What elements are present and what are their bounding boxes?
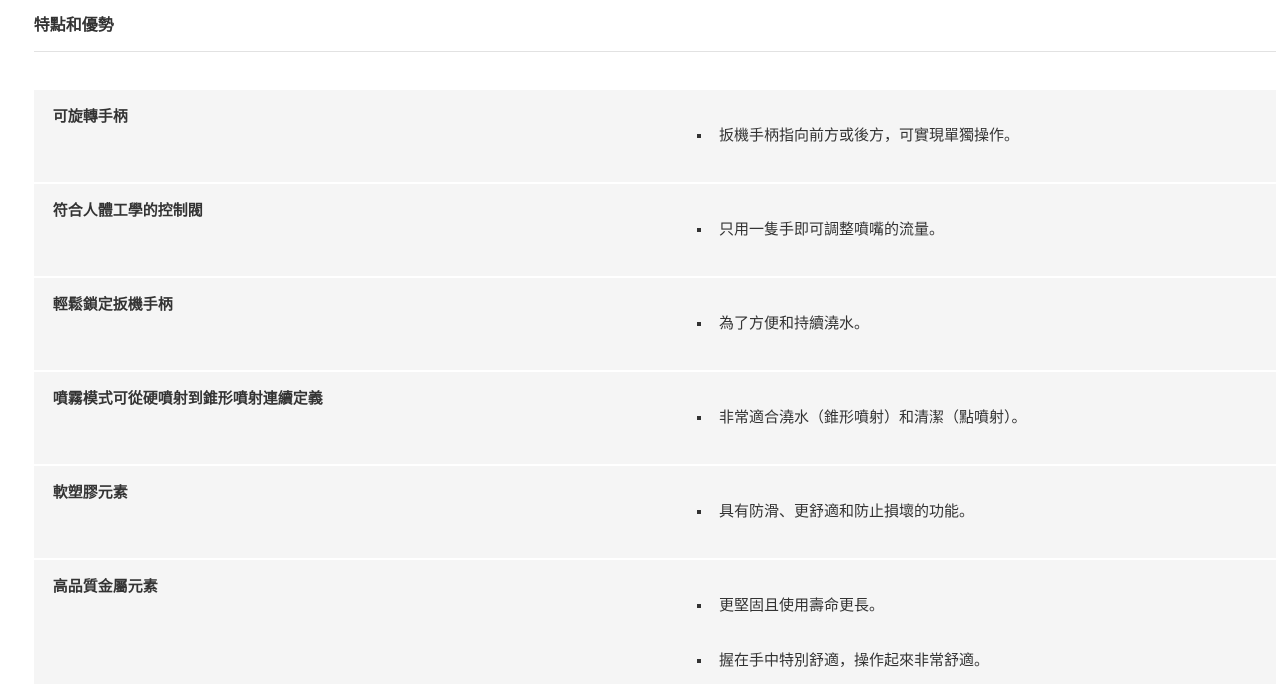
feature-row: 噴霧模式可從硬噴射到錐形噴射連續定義 非常適合澆水（錐形噴射）和清潔（點噴射）。: [34, 372, 1276, 466]
feature-row: 高品質金屬元素 更堅固且使用壽命更長。 握在手中特別舒適，操作起來非常舒適。: [34, 560, 1276, 684]
feature-name: 噴霧模式可從硬噴射到錐形噴射連續定義: [53, 389, 324, 407]
features-table: 可旋轉手柄 扳機手柄指向前方或後方，可實現單獨操作。 符合人體工學的控制閥 只用…: [34, 90, 1276, 684]
feature-row: 可旋轉手柄 扳機手柄指向前方或後方，可實現單獨操作。: [34, 90, 1276, 184]
bullet-icon: [697, 134, 701, 138]
bullet-icon: [697, 228, 701, 232]
benefit-list: 更堅固且使用壽命更長。 握在手中特別舒適，操作起來非常舒適。: [696, 560, 989, 670]
benefit-text: 只用一隻手即可調整噴嘴的流量。: [719, 220, 945, 238]
benefit-text: 非常適合澆水（錐形噴射）和清潔（點噴射）。: [719, 408, 1027, 426]
benefit-item: 握在手中特別舒適，操作起來非常舒適。: [696, 650, 989, 670]
bullet-icon: [697, 604, 701, 608]
benefit-text: 扳機手柄指向前方或後方，可實現單獨操作。: [719, 126, 1020, 144]
feature-name: 符合人體工學的控制閥: [53, 201, 204, 219]
benefit-list: 非常適合澆水（錐形噴射）和清潔（點噴射）。: [696, 372, 1027, 427]
bullet-icon: [697, 416, 701, 420]
benefit-text: 握在手中特別舒適，操作起來非常舒適。: [719, 651, 990, 669]
title-divider: [34, 51, 1276, 52]
benefit-text: 為了方便和持續澆水。: [719, 314, 870, 332]
feature-name: 可旋轉手柄: [53, 107, 129, 125]
feature-name: 高品質金屬元素: [53, 577, 159, 595]
bullet-icon: [697, 322, 701, 326]
benefit-item: 為了方便和持續澆水。: [696, 313, 869, 333]
feature-row: 軟塑膠元素 具有防滑、更舒適和防止損壞的功能。: [34, 466, 1276, 560]
benefit-item: 只用一隻手即可調整噴嘴的流量。: [696, 219, 944, 239]
feature-row: 輕鬆鎖定扳機手柄 為了方便和持續澆水。: [34, 278, 1276, 372]
feature-name: 軟塑膠元素: [53, 483, 129, 501]
section-title: 特點和優勢: [34, 15, 115, 34]
feature-row: 符合人體工學的控制閥 只用一隻手即可調整噴嘴的流量。: [34, 184, 1276, 278]
benefit-text: 更堅固且使用壽命更長。: [719, 596, 885, 614]
benefit-item: 扳機手柄指向前方或後方，可實現單獨操作。: [696, 125, 1019, 145]
bullet-icon: [697, 510, 701, 514]
feature-name: 輕鬆鎖定扳機手柄: [53, 295, 174, 313]
benefit-list: 扳機手柄指向前方或後方，可實現單獨操作。: [696, 90, 1019, 145]
benefit-text: 具有防滑、更舒適和防止損壞的功能。: [719, 502, 975, 520]
benefit-item: 具有防滑、更舒適和防止損壞的功能。: [696, 501, 974, 521]
benefit-item: 更堅固且使用壽命更長。: [696, 595, 989, 615]
benefit-item: 非常適合澆水（錐形噴射）和清潔（點噴射）。: [696, 407, 1027, 427]
benefit-list: 為了方便和持續澆水。: [696, 278, 869, 333]
features-page: 特點和優勢 可旋轉手柄 扳機手柄指向前方或後方，可實現單獨操作。 符合人體工學的…: [0, 0, 1276, 684]
benefit-list: 只用一隻手即可調整噴嘴的流量。: [696, 184, 944, 239]
bullet-icon: [697, 659, 701, 663]
benefit-list: 具有防滑、更舒適和防止損壞的功能。: [696, 466, 974, 521]
